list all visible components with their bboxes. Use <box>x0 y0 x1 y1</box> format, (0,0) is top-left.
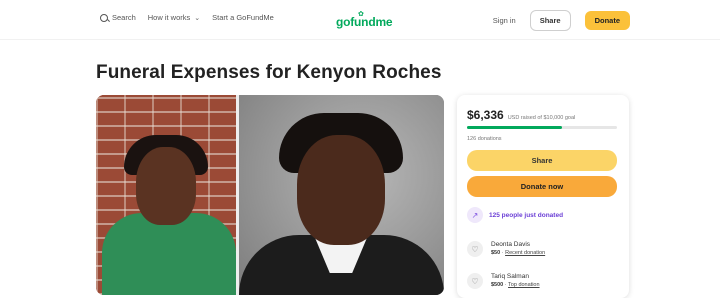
trending-up-icon: ↗ <box>467 207 483 223</box>
photo-left-portrait <box>96 95 236 295</box>
photo-right-portrait <box>239 95 444 295</box>
start-gofundme-label: Start a GoFundMe <box>212 13 274 22</box>
donor-info: Tariq Salman $500 · Top donation <box>491 273 540 288</box>
donor-name: Deonta Davis <box>491 241 531 248</box>
donor-item: ♡ Deonta Davis $50 · Recent donation <box>467 241 545 257</box>
amount-raised: $6,336 <box>467 108 504 122</box>
search-link[interactable]: Search <box>100 13 136 22</box>
how-it-works-menu[interactable]: How it works ⌄ <box>148 13 200 22</box>
donor-name: Tariq Salman <box>491 273 529 280</box>
donation-card: $6,336 USD raised of $10,000 goal 126 do… <box>457 95 629 298</box>
sign-in-link[interactable]: Sign in <box>493 16 516 25</box>
top-navigation-bar: Search How it works ⌄ Start a GoFundMe ✿… <box>0 0 720 40</box>
donor-info: Deonta Davis $50 · Recent donation <box>491 241 545 256</box>
amount-row: $6,336 USD raised of $10,000 goal <box>467 108 575 122</box>
goal-text: USD raised of $10,000 goal <box>507 115 576 121</box>
search-label: Search <box>112 13 136 22</box>
how-it-works-label: How it works <box>147 13 191 22</box>
search-icon <box>100 13 108 22</box>
donation-hand-icon: ♡ <box>467 241 483 257</box>
logo-text: gofundme <box>336 15 393 29</box>
nav-left-group: Search How it works ⌄ Start a GoFundMe <box>100 13 286 22</box>
chevron-down-icon: ⌄ <box>194 14 201 22</box>
donor-amount: $500 <box>491 282 504 288</box>
donate-now-button[interactable]: Donate now <box>467 176 617 197</box>
progress-bar <box>467 126 617 129</box>
donor-tag-link[interactable]: Top donation <box>508 282 540 288</box>
donor-tag-link[interactable]: Recent donation <box>505 250 545 256</box>
donation-count[interactable]: 126 donations <box>467 136 502 142</box>
face-right <box>297 135 385 245</box>
progress-bar-fill <box>467 126 562 129</box>
header-share-button[interactable]: Share <box>529 10 571 31</box>
donation-hand-icon: ♡ <box>467 273 483 289</box>
green-shirt <box>102 213 236 295</box>
campaign-title: Funeral Expenses for Kenyon Roches <box>96 62 442 83</box>
gofundme-logo[interactable]: ✿ gofundme <box>336 10 393 30</box>
donor-meta: $500 · Top donation <box>491 282 540 288</box>
donor-item: ♡ Tariq Salman $500 · Top donation <box>467 273 540 289</box>
header-donate-button[interactable]: Donate <box>584 11 630 30</box>
face-left <box>136 147 196 225</box>
share-button[interactable]: Share <box>467 150 617 171</box>
trending-text: 125 people just donated <box>489 211 564 219</box>
start-gofundme-link[interactable]: Start a GoFundMe <box>212 13 274 22</box>
nav-right-group: Sign in Share Donate <box>493 10 630 31</box>
campaign-photo[interactable] <box>96 95 444 295</box>
donor-amount: $50 <box>491 250 501 256</box>
donor-meta: $50 · Recent donation <box>491 250 545 256</box>
trending-notice: ↗ 125 people just donated <box>467 207 563 223</box>
